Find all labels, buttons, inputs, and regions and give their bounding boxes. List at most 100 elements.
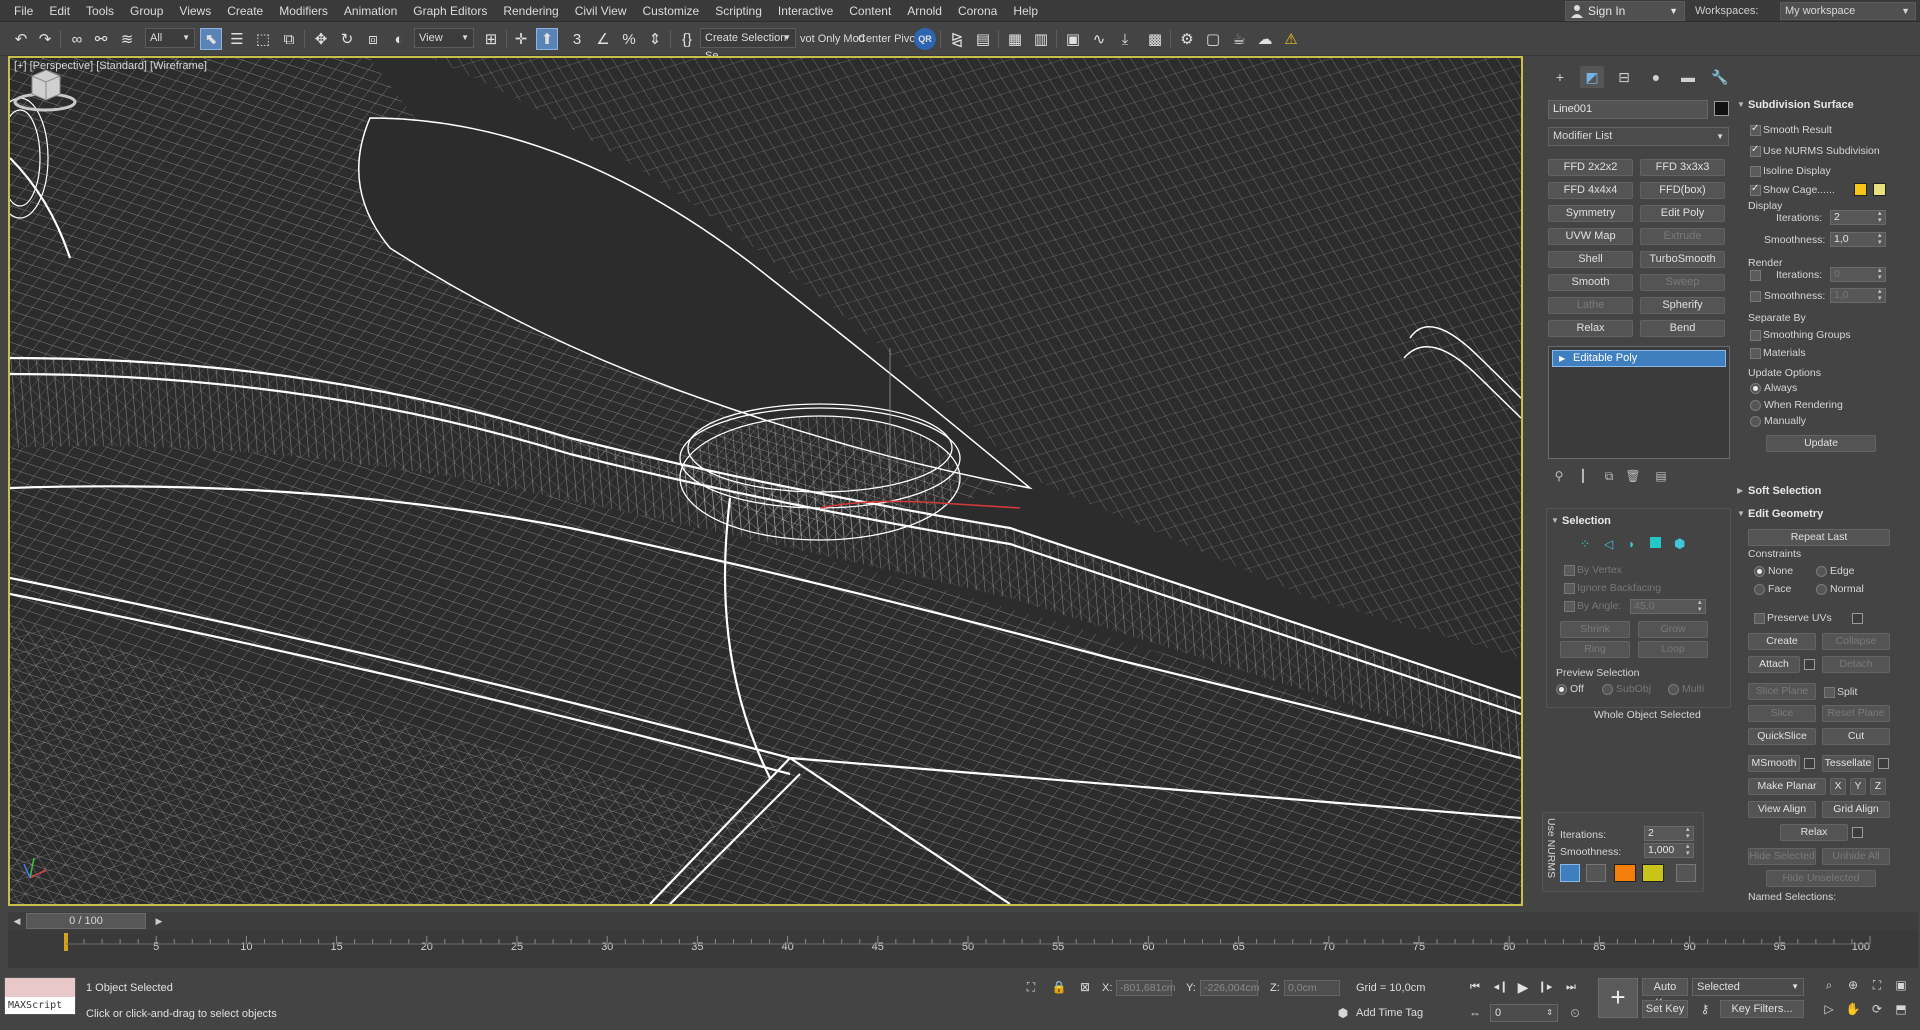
viewcube-icon[interactable] <box>10 58 80 118</box>
redo-icon[interactable]: ↷ <box>34 28 56 50</box>
soft-selection-title[interactable]: ▶ Soft Selection <box>1734 482 1821 500</box>
msmooth-button[interactable]: MSmooth <box>1748 755 1800 772</box>
modifier-button[interactable]: Shell <box>1548 251 1633 268</box>
hide-unselected-button[interactable]: Hide Unselected <box>1766 870 1876 887</box>
relax-settings-icon[interactable] <box>1852 827 1863 838</box>
spinner-snap-icon[interactable]: ⇕ <box>644 28 666 50</box>
reset-plane-button[interactable]: Reset Plane <box>1822 705 1890 722</box>
update-button[interactable]: Update <box>1766 435 1876 452</box>
modifier-button[interactable]: Edit Poly <box>1640 205 1725 222</box>
quad-remesh-icon[interactable]: QR <box>914 28 936 50</box>
pan-icon[interactable]: ✋ <box>1844 1000 1862 1018</box>
utilities-tab-icon[interactable]: 🔧 <box>1708 66 1732 88</box>
stack-item-editable-poly[interactable]: ▶ Editable Poly <box>1552 350 1726 367</box>
unlink-icon[interactable]: ⚯ <box>90 28 112 50</box>
by-vertex-checkbox[interactable]: By Vertex <box>1564 563 1622 577</box>
by-angle-checkbox[interactable]: By Angle: <box>1564 599 1621 613</box>
relax-button[interactable]: Relax <box>1780 824 1848 841</box>
menu-customize[interactable]: Customize <box>637 0 710 22</box>
z-coordinate-field[interactable]: 0,0cm <box>1284 980 1340 996</box>
rendered-frame-window-icon[interactable]: ▢ <box>1202 28 1224 50</box>
bind-space-warp-icon[interactable]: ≋ <box>116 28 138 50</box>
undo-icon[interactable]: ↶ <box>10 28 32 50</box>
attach-button[interactable]: Attach <box>1748 656 1800 673</box>
constraint-edge-radio[interactable]: Edge <box>1816 564 1855 578</box>
move-icon[interactable]: ✥ <box>310 28 332 50</box>
cage-color-2[interactable] <box>1873 183 1886 196</box>
field-of-view-icon[interactable]: ▷ <box>1820 1000 1838 1018</box>
update-when-rendering-radio[interactable]: When Rendering <box>1750 398 1843 412</box>
display-smoothness-spinner[interactable]: 1,0 <box>1830 232 1886 247</box>
menu-corona[interactable]: Corona <box>952 0 1007 22</box>
menu-tools[interactable]: Tools <box>80 0 124 22</box>
modifier-button[interactable]: Extrude <box>1640 228 1725 245</box>
isoline-toggle-icon[interactable] <box>1560 864 1580 882</box>
select-manipulate-icon[interactable]: ✛ <box>510 28 532 50</box>
cage-color-swatch-2[interactable] <box>1642 864 1664 882</box>
pivot-center-icon[interactable]: ⊞ <box>480 28 502 50</box>
modifier-button[interactable]: FFD 4x4x4 <box>1548 182 1633 199</box>
rectangular-selection-icon[interactable]: ⬚ <box>252 28 274 50</box>
use-nurms-checkbox[interactable]: Use NURMS Subdivision <box>1750 143 1880 158</box>
cage-color-1[interactable] <box>1854 183 1867 196</box>
grid-align-button[interactable]: Grid Align <box>1822 801 1890 818</box>
show-cage-toggle-icon[interactable] <box>1586 864 1606 882</box>
modifier-button[interactable]: FFD 2x2x2 <box>1548 159 1633 176</box>
key-filters-button[interactable]: Key Filters... <box>1720 1000 1804 1018</box>
zoom-extents-icon[interactable]: ⛶ <box>1868 976 1886 994</box>
isoline-display-checkbox[interactable]: Isoline Display <box>1750 164 1831 178</box>
modifier-button[interactable]: Symmetry <box>1548 205 1633 222</box>
motion-tab-icon[interactable]: ● <box>1644 66 1668 88</box>
edge-mode-icon[interactable]: ◁ <box>1604 537 1613 551</box>
maxscript-output[interactable] <box>5 978 75 997</box>
update-always-radio[interactable]: Always <box>1750 381 1797 395</box>
subdivision-surface-title[interactable]: ▼ Subdivision Surface <box>1734 96 1854 114</box>
isolate-selection-icon[interactable]: ⛶ <box>1022 978 1040 996</box>
pivot-only-mode-label[interactable]: vot Only Mod <box>800 28 865 50</box>
maximize-viewport-icon[interactable]: ⬒ <box>1892 1000 1910 1018</box>
named-selection-dropdown[interactable]: Create Selection Se▼ <box>700 28 796 62</box>
menu-interactive[interactable]: Interactive <box>772 0 843 22</box>
make-unique-icon[interactable]: ⧉ <box>1600 467 1618 485</box>
go-to-end-icon[interactable]: ⏭ <box>1562 978 1580 996</box>
workspace-select[interactable]: My workspace ▼ <box>1780 2 1916 20</box>
constraint-face-radio[interactable]: Face <box>1754 582 1791 596</box>
split-checkbox[interactable]: Split <box>1824 685 1857 699</box>
element-mode-icon[interactable]: ⬢ <box>1674 536 1685 552</box>
menu-animation[interactable]: Animation <box>338 0 407 22</box>
go-to-start-icon[interactable]: ⏮ <box>1466 978 1484 996</box>
shrink-button[interactable]: Shrink <box>1560 621 1630 638</box>
vertex-mode-icon[interactable]: ⁘ <box>1580 537 1590 551</box>
expand-arrow-icon[interactable]: ▶ <box>1559 351 1565 366</box>
render-production-icon[interactable]: ☕ <box>1228 28 1250 50</box>
select-object-icon[interactable]: ⬉ <box>200 28 222 50</box>
menu-help[interactable]: Help <box>1007 0 1048 22</box>
set-key-button[interactable]: Set Key <box>1642 1000 1688 1018</box>
scene-explorer-icon[interactable]: ▣ <box>1062 28 1084 50</box>
add-time-tag-button[interactable]: Add Time Tag <box>1356 1007 1423 1019</box>
percent-snap-icon[interactable]: % <box>618 28 640 50</box>
sign-in-button[interactable]: Sign In ▼ <box>1565 1 1685 21</box>
menu-rendering[interactable]: Rendering <box>497 0 568 22</box>
y-coordinate-field[interactable]: -226,004cm <box>1200 980 1259 996</box>
menu-civil-view[interactable]: Civil View <box>569 0 637 22</box>
warning-icon[interactable]: ⚠ <box>1280 28 1302 50</box>
modifier-button[interactable]: UVW Map <box>1548 228 1633 245</box>
menu-create[interactable]: Create <box>221 0 273 22</box>
render-setup-icon[interactable]: ⚙ <box>1176 28 1198 50</box>
next-key-icon[interactable]: ❙▸ <box>1536 978 1554 996</box>
make-planar-z-button[interactable]: Z <box>1870 778 1886 795</box>
hierarchy-tab-icon[interactable]: ⊟ <box>1612 66 1636 88</box>
keyboard-shortcut-override-icon[interactable]: ⬆ <box>536 28 558 50</box>
modify-tab-icon[interactable]: ◩ <box>1580 66 1604 88</box>
mirror-icon[interactable]: ⧎ <box>946 28 968 50</box>
menu-edit[interactable]: Edit <box>43 0 80 22</box>
align-icon[interactable]: ▤ <box>972 28 994 50</box>
place-icon[interactable]: ◐ <box>388 28 410 50</box>
border-mode-icon[interactable]: ◗ <box>1628 537 1635 551</box>
zoom-all-icon[interactable]: ⊕ <box>1844 976 1862 994</box>
nurms-iterations-spinner[interactable]: 2 <box>1644 826 1694 841</box>
create-button[interactable]: Create <box>1748 633 1816 650</box>
layer-explorer-icon[interactable]: ▦ <box>1004 28 1026 50</box>
edit-geometry-title[interactable]: ▼ Edit Geometry <box>1734 505 1823 523</box>
